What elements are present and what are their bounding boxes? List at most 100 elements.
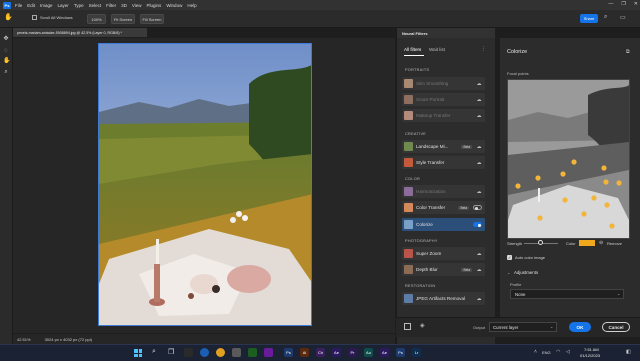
cancel-button[interactable]: Cancel: [602, 322, 630, 332]
output-select[interactable]: Current layer ⌄: [489, 322, 557, 332]
remove-label[interactable]: Remove: [607, 241, 622, 246]
cloud-download-icon[interactable]: ☁: [476, 189, 482, 195]
show-original-icon[interactable]: [404, 323, 411, 330]
start-button[interactable]: [134, 349, 142, 357]
workspace-icon[interactable]: ▭: [620, 14, 628, 22]
remove-icon[interactable]: ⊖: [599, 240, 603, 246]
filter-jpeg-artifacts-removal[interactable]: JPEG Artifacts Removal ☁: [402, 292, 485, 305]
filter-thumbnail: [404, 294, 413, 303]
menu-window[interactable]: Window: [166, 3, 182, 8]
fit-screen-button[interactable]: Fit Screen: [111, 14, 135, 24]
fill-screen-button[interactable]: Fill Screen: [140, 14, 164, 24]
menu-image[interactable]: Image: [40, 3, 53, 8]
notification-icon[interactable]: ◧: [626, 349, 631, 355]
character-animator-taskbar-icon[interactable]: Ch: [316, 348, 325, 357]
scroll-all-windows-label: Scroll All Windows: [40, 15, 73, 20]
clock-date[interactable]: 01/12/2023: [580, 353, 600, 358]
filter-super-zoom[interactable]: Super Zoom ☁: [402, 247, 485, 260]
photoshop-taskbar-icon[interactable]: Ps: [284, 348, 293, 357]
tab-wait-list[interactable]: Wait list: [429, 47, 445, 52]
auto-color-checkbox[interactable]: ✓: [507, 255, 512, 260]
panel-layout-icon[interactable]: ⧉: [626, 49, 630, 55]
close-icon[interactable]: ✕: [634, 1, 638, 7]
cloud-download-icon[interactable]: ☁: [476, 97, 482, 103]
document-dimensions: 3024 px x 4032 px (72 ppi): [44, 336, 92, 342]
profile-select[interactable]: None ⌄: [510, 289, 624, 299]
cloud-download-icon[interactable]: ☁: [476, 81, 482, 87]
task-view-icon[interactable]: ❐: [168, 348, 174, 356]
explorer-icon[interactable]: [184, 348, 193, 357]
cloud-download-icon[interactable]: ☁: [476, 144, 482, 150]
cloud-download-icon[interactable]: ☁: [476, 296, 482, 302]
illustrator-taskbar-icon[interactable]: Ai: [300, 348, 309, 357]
document-image[interactable]: [98, 43, 312, 326]
color-swatch[interactable]: [579, 240, 595, 246]
chrome-icon[interactable]: [216, 348, 225, 357]
zoom-level[interactable]: 42.51%: [17, 337, 31, 342]
strength-slider-handle[interactable]: [538, 240, 543, 245]
hand-icon[interactable]: ✋: [3, 58, 10, 64]
menu-file[interactable]: File: [15, 3, 22, 8]
adjustments-label[interactable]: Adjustments: [514, 270, 538, 275]
filter-thumbnail: [404, 203, 413, 212]
layers-icon[interactable]: ◈: [420, 322, 425, 329]
search-icon[interactable]: ⌕: [152, 348, 156, 356]
menu-filter[interactable]: Filter: [106, 3, 116, 8]
cloud-download-icon[interactable]: ☁: [476, 160, 482, 166]
move-icon[interactable]: ✥: [3, 36, 9, 42]
tab-all-filters[interactable]: All filters: [404, 47, 421, 52]
wifi-icon[interactable]: ◠: [556, 349, 560, 355]
menu-type[interactable]: Type: [74, 3, 84, 8]
menu-3d[interactable]: 3D: [121, 3, 127, 8]
browser-icon[interactable]: [200, 348, 209, 357]
filter-makeup-transfer[interactable]: Makeup Transfer ☁: [402, 109, 485, 122]
filter-harmonization[interactable]: Harmonization ☁: [402, 185, 485, 198]
after-effects-taskbar-icon[interactable]: Ae: [332, 348, 341, 357]
after-effects-taskbar-icon[interactable]: Ae: [380, 348, 389, 357]
filter-landscape-mixer[interactable]: Landscape Mi... Beta ☁: [402, 140, 485, 153]
more-options-icon[interactable]: ⋮: [481, 46, 486, 52]
colorize-toggle[interactable]: [473, 222, 482, 227]
tray-chevron-icon[interactable]: ˄: [534, 349, 537, 355]
share-button[interactable]: Share: [580, 14, 598, 23]
scroll-all-windows-checkbox[interactable]: [32, 15, 37, 20]
cloud-download-icon[interactable]: ☁: [476, 267, 482, 273]
filter-color-transfer[interactable]: Color Transfer Beta: [402, 201, 485, 214]
ok-button[interactable]: OK: [569, 322, 591, 332]
filter-style-transfer[interactable]: Style Transfer ☁: [402, 156, 485, 169]
menu-plugins[interactable]: Plugins: [147, 3, 162, 8]
filter-colorize[interactable]: Colorize: [402, 218, 485, 231]
chevron-down-icon[interactable]: ⌄: [507, 270, 510, 275]
lightroom-taskbar-icon[interactable]: Lr: [412, 348, 421, 357]
cloud-download-icon[interactable]: ☁: [476, 113, 482, 119]
color-transfer-toggle[interactable]: [473, 205, 482, 210]
document-tab[interactable]: pexels-mariam-antadze-5908894.jpg @ 42.5…: [13, 28, 147, 37]
filter-label: Colorize: [416, 222, 433, 227]
clock-time[interactable]: 7:51 AM: [584, 347, 599, 352]
audition-taskbar-icon[interactable]: Au: [364, 348, 373, 357]
zoom-icon[interactable]: ⌕: [3, 69, 9, 75]
language-indicator[interactable]: ENG: [542, 350, 551, 355]
volume-icon[interactable]: ◁: [566, 349, 570, 355]
menu-layer[interactable]: Layer: [58, 3, 69, 8]
menu-select[interactable]: Select: [89, 3, 102, 8]
app-icon[interactable]: [232, 348, 241, 357]
photoshop-taskbar-icon[interactable]: Ps: [396, 348, 405, 357]
hand-tool-icon[interactable]: ✋: [4, 14, 13, 22]
minimize-icon[interactable]: —: [608, 1, 613, 7]
search-icon[interactable]: ⌕: [604, 14, 612, 22]
app-icon[interactable]: [264, 348, 273, 357]
filter-skin-smoothing[interactable]: Skin Smoothing ☁: [402, 77, 485, 90]
menu-edit[interactable]: Edit: [27, 3, 35, 8]
filter-smart-portrait[interactable]: Smart Portrait ☁: [402, 93, 485, 106]
zoom-100-button[interactable]: 100%: [87, 14, 106, 24]
menu-view[interactable]: View: [132, 3, 142, 8]
app-icon[interactable]: [248, 348, 257, 357]
maximize-icon[interactable]: ❐: [621, 1, 625, 7]
marquee-icon[interactable]: ◌: [3, 48, 9, 54]
premiere-taskbar-icon[interactable]: Pr: [348, 348, 357, 357]
menu-help[interactable]: Help: [187, 3, 196, 8]
cloud-download-icon[interactable]: ☁: [476, 251, 482, 257]
focal-points-preview[interactable]: [507, 79, 630, 239]
filter-depth-blur[interactable]: Depth Blur Beta ☁: [402, 263, 485, 276]
